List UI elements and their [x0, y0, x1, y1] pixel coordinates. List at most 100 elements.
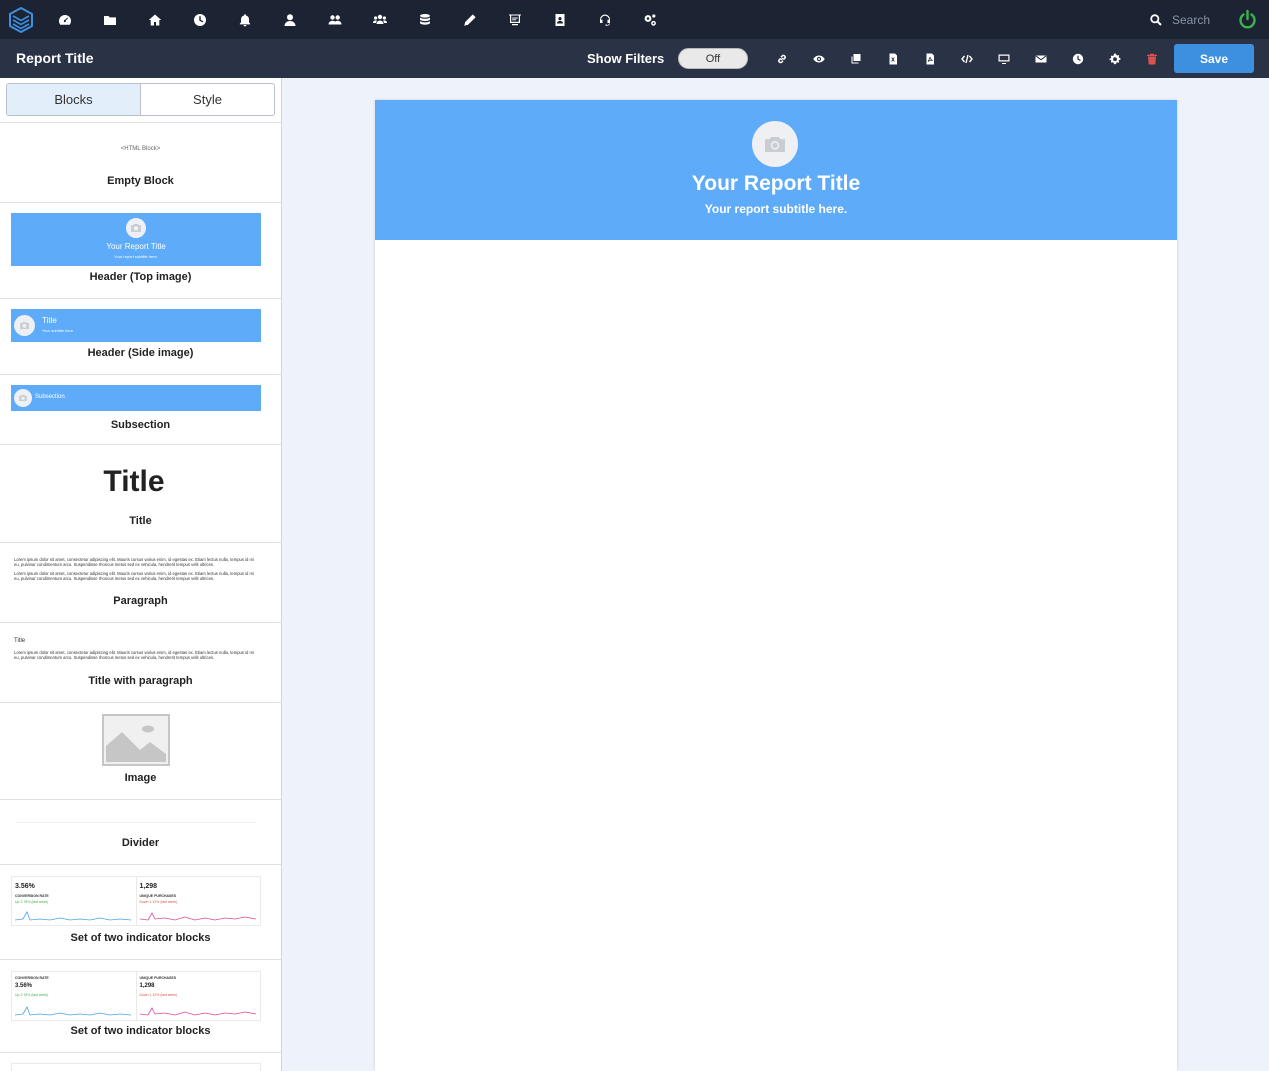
- preview-title: Title: [42, 316, 57, 325]
- indicator-delta: Down 1.12% (last week): [139, 900, 178, 904]
- image-placeholder-icon: [102, 714, 170, 766]
- presentation-icon[interactable]: [492, 0, 537, 39]
- block-label: Header (Side image): [87, 347, 194, 359]
- gear-icon[interactable]: [1096, 39, 1133, 78]
- indicator-name: CONVERSION RATE: [15, 976, 49, 980]
- pencil-icon[interactable]: [447, 0, 492, 39]
- block-title[interactable]: Title Title: [0, 444, 281, 542]
- block-title-with-paragraph[interactable]: Title Lorem ipsum dolor sit amet, consec…: [0, 622, 281, 702]
- block-empty[interactable]: <HTML Block> Empty Block: [0, 122, 281, 202]
- subsection-preview: Subsection: [11, 385, 261, 411]
- home-icon[interactable]: [132, 0, 177, 39]
- block-label: Title: [129, 515, 152, 527]
- top-navigation-bar: [0, 0, 1269, 39]
- block-label: Empty Block: [107, 175, 174, 187]
- search-input[interactable]: [1172, 12, 1232, 27]
- dashboard-icon[interactable]: [42, 0, 87, 39]
- tab-blocks[interactable]: Blocks: [7, 84, 141, 115]
- tab-style[interactable]: Style: [141, 84, 274, 115]
- bell-icon[interactable]: [222, 0, 267, 39]
- power-icon[interactable]: [1237, 9, 1258, 30]
- indicator-preview: CONVERSION RATE 3.56% Up 2.78% (last wee…: [11, 971, 261, 1021]
- camera-icon: [14, 315, 35, 336]
- indicator-preview: 3.56% CONVERSION RATE Up 2.78% (last wee…: [11, 876, 261, 926]
- clock-icon[interactable]: [177, 0, 222, 39]
- team-icon[interactable]: [357, 0, 402, 39]
- show-filters-toggle[interactable]: Off: [678, 48, 748, 69]
- search-icon[interactable]: [1150, 13, 1162, 26]
- indicator-value: 1,298: [139, 983, 155, 989]
- header-image-camera-icon[interactable]: [752, 121, 798, 167]
- sidebar-tabs: Blocks Style: [6, 83, 275, 116]
- block-label: Paragraph: [113, 595, 168, 607]
- block-label: Divider: [121, 837, 160, 849]
- save-button[interactable]: Save: [1174, 44, 1254, 73]
- eye-icon[interactable]: [800, 39, 837, 78]
- indicator-conversion: CONVERSION RATE 3.56% Up 2.78% (last wee…: [12, 972, 137, 1020]
- report-header-subtitle[interactable]: Your report subtitle here.: [375, 202, 1177, 216]
- paragraph-preview-2: Lorem ipsum dolor sit amet, consectetur …: [14, 571, 254, 581]
- camera-icon: [14, 389, 32, 407]
- user-icon[interactable]: [267, 0, 312, 39]
- embed-code-icon[interactable]: [948, 39, 985, 78]
- block-subsection[interactable]: Subsection Subsection: [0, 374, 281, 444]
- sparkline-pink: [139, 912, 256, 921]
- indicator-name: UNIQUE PURCHASES: [139, 894, 177, 898]
- settings-cogs-icon[interactable]: [627, 0, 672, 39]
- schedule-clock-icon[interactable]: [1059, 39, 1096, 78]
- search-box[interactable]: [1150, 0, 1232, 39]
- report-header-title[interactable]: Your Report Title: [375, 172, 1177, 196]
- preview-subtitle: Your subtitle here.: [42, 328, 75, 333]
- link-icon[interactable]: [763, 39, 800, 78]
- block-header-side-image[interactable]: Title Your subtitle here. Header (Side i…: [0, 298, 281, 374]
- indicator-delta: Down 1.12% (last week): [139, 993, 178, 997]
- header-top-preview: Your Report Title Your report subtitle h…: [11, 213, 261, 266]
- preview-subtitle: Your report subtitle here.: [114, 254, 158, 259]
- report-header-block[interactable]: Your Report Title Your report subtitle h…: [375, 100, 1177, 240]
- app-logo-icon[interactable]: [0, 0, 42, 39]
- monitor-icon[interactable]: [985, 39, 1022, 78]
- block-indicators-2[interactable]: CONVERSION RATE 3.56% Up 2.78% (last wee…: [0, 959, 281, 1052]
- block-paragraph[interactable]: Lorem ipsum dolor sit amet, consectetur …: [0, 542, 281, 622]
- block-label: Header (Top image): [89, 271, 192, 283]
- block-divider[interactable]: Divider: [0, 799, 281, 864]
- block-image[interactable]: Image: [0, 702, 281, 799]
- trash-icon[interactable]: [1133, 39, 1170, 78]
- block-label: Image: [124, 772, 157, 784]
- database-icon[interactable]: [402, 0, 447, 39]
- indicator-delta: Up 2.78% (last week): [15, 993, 49, 997]
- excel-file-icon[interactable]: [874, 39, 911, 78]
- indicator-purchases: UNIQUE PURCHASES 1,298 Down 1.12% (last …: [137, 972, 261, 1020]
- indicator-purchases: 1,298 UNIQUE PURCHASES Down 1.12% (last …: [137, 877, 261, 925]
- block-label: Title with paragraph: [88, 675, 193, 687]
- report-canvas[interactable]: Your Report Title Your report subtitle h…: [375, 100, 1177, 1071]
- title-paragraph-preview-title: Title: [14, 638, 26, 644]
- block-label: Subsection: [110, 419, 171, 431]
- indicator-value: 1,298: [139, 883, 158, 890]
- envelope-icon[interactable]: [1022, 39, 1059, 78]
- header-side-preview: Title Your subtitle here.: [11, 309, 261, 342]
- paragraph-preview: Lorem ipsum dolor sit amet, consectetur …: [14, 557, 254, 567]
- indicator-delta: Up 2.78% (last week): [15, 900, 49, 904]
- indicator-name: CONVERSION RATE: [15, 894, 49, 898]
- block-indicators-1[interactable]: 3.56% CONVERSION RATE Up 2.78% (last wee…: [0, 864, 281, 959]
- sparkline-blue: [15, 911, 131, 921]
- copy-icon[interactable]: [837, 39, 874, 78]
- report-title[interactable]: Report Title: [16, 50, 94, 66]
- folder-icon[interactable]: [87, 0, 132, 39]
- headset-icon[interactable]: [582, 0, 627, 39]
- users-icon[interactable]: [312, 0, 357, 39]
- indicator-conversion: 3.56% CONVERSION RATE Up 2.78% (last wee…: [12, 877, 137, 925]
- address-book-icon[interactable]: [537, 0, 582, 39]
- camera-icon: [126, 218, 146, 238]
- blocks-list: <HTML Block> Empty Block Your Report Tit…: [0, 122, 281, 1071]
- pdf-file-icon[interactable]: [911, 39, 948, 78]
- block-next-partial[interactable]: [0, 1052, 281, 1071]
- preview-title: Subsection: [35, 394, 65, 400]
- sparkline-blue: [15, 1006, 131, 1016]
- html-block-preview: <HTML Block>: [120, 146, 161, 152]
- block-label: Set of two indicator blocks: [70, 1025, 211, 1037]
- indicator-name: UNIQUE PURCHASES: [139, 976, 177, 980]
- title-preview: Title: [103, 465, 165, 498]
- block-header-top-image[interactable]: Your Report Title Your report subtitle h…: [0, 202, 281, 298]
